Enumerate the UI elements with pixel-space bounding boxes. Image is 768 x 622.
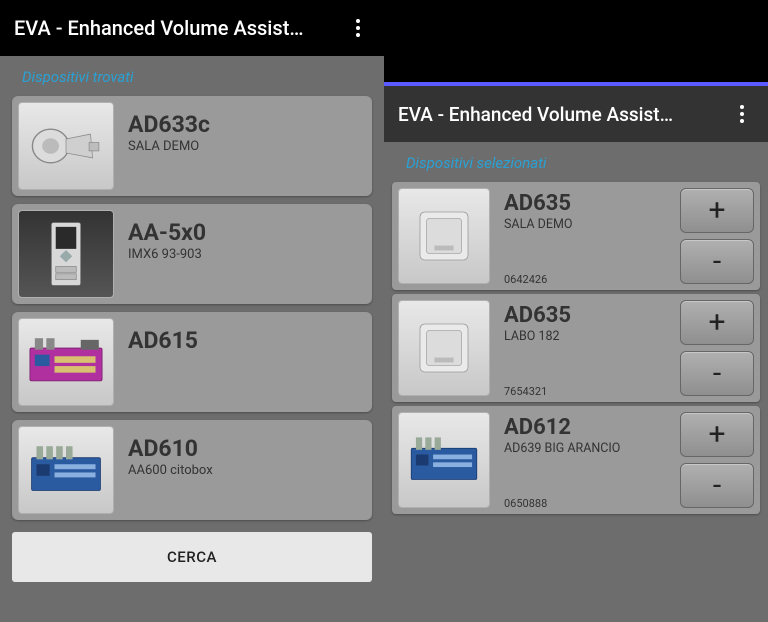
horn-speaker-icon [31, 121, 101, 171]
section-title-selected: Dispositivi selezionati [384, 142, 768, 182]
device-id: 7654321 [504, 385, 547, 398]
device-subtitle: LABO 182 [504, 329, 676, 344]
section-title-found: Dispositivi trovati [0, 56, 384, 96]
overflow-menu-icon[interactable] [730, 102, 754, 126]
device-thumbnail [398, 300, 490, 396]
circuit-board-icon [25, 441, 107, 499]
device-info: AD612 AD639 BIG ARANCIO 0650888 [494, 410, 680, 514]
device-subtitle: SALA DEMO [128, 139, 210, 154]
selected-device-card: AD635 SALA DEMO 0642426 + - [392, 182, 760, 290]
volume-up-button[interactable]: + [680, 412, 754, 457]
content-area: Dispositivi trovati AD633c SALA DEMO [0, 56, 384, 622]
device-card[interactable]: AD610 AA600 citobox [12, 420, 372, 520]
device-thumbnail [18, 210, 114, 298]
circuit-board-icon [405, 432, 483, 488]
app-title: EVA - Enhanced Volume Assist… [398, 103, 730, 126]
device-thumbnail [18, 426, 114, 514]
volume-down-button[interactable]: - [680, 239, 754, 284]
overflow-menu-icon[interactable] [346, 16, 370, 40]
device-id: 0642426 [504, 273, 547, 286]
screen-found-devices: EVA - Enhanced Volume Assist… Dispositiv… [0, 0, 384, 622]
circuit-board-icon [25, 333, 107, 391]
device-thumbnail [398, 412, 490, 508]
device-card[interactable]: AA-5x0 IMX6 93-903 [12, 204, 372, 304]
app-bar: EVA - Enhanced Volume Assist… [384, 86, 768, 142]
device-info: AD635 LABO 182 7654321 [494, 298, 680, 402]
device-subtitle: IMX6 93-903 [128, 247, 206, 262]
volume-controls: + - [680, 298, 754, 402]
device-info: AD610 AA600 citobox [114, 426, 221, 478]
device-info: AA-5x0 IMX6 93-903 [114, 210, 214, 262]
device-thumbnail [398, 188, 490, 284]
device-name: AD610 [128, 436, 213, 461]
status-bar-area [384, 0, 768, 86]
search-button[interactable]: CERCA [12, 532, 372, 582]
app-bar: EVA - Enhanced Volume Assist… [0, 0, 384, 56]
device-info: AD633c SALA DEMO [114, 102, 218, 154]
device-id: 0650888 [504, 497, 547, 510]
device-info: AD615 [114, 318, 206, 355]
device-name: AD635 [504, 192, 676, 216]
intercom-icon [44, 219, 88, 289]
selected-device-card: AD612 AD639 BIG ARANCIO 0650888 + - [392, 406, 760, 514]
device-card[interactable]: AD633c SALA DEMO [12, 96, 372, 196]
device-name: AD633c [128, 112, 210, 137]
volume-down-button[interactable]: - [680, 463, 754, 508]
device-info: AD635 SALA DEMO 0642426 [494, 186, 680, 290]
device-subtitle: AD639 BIG ARANCIO [504, 441, 676, 456]
screen-selected-devices: EVA - Enhanced Volume Assist… Dispositiv… [384, 0, 768, 622]
volume-controls: + - [680, 410, 754, 514]
device-subtitle: AA600 citobox [128, 463, 213, 478]
app-title: EVA - Enhanced Volume Assist… [14, 16, 346, 40]
device-name: AD635 [504, 304, 676, 328]
volume-up-button[interactable]: + [680, 188, 754, 233]
selected-device-list: AD635 SALA DEMO 0642426 + - [384, 182, 768, 514]
selected-device-card: AD635 LABO 182 7654321 + - [392, 294, 760, 402]
wall-speaker-icon [412, 316, 476, 380]
device-thumbnail [18, 318, 114, 406]
found-device-list: AD633c SALA DEMO AA-5x0 [0, 96, 384, 520]
device-name: AA-5x0 [128, 220, 206, 245]
device-name: AD612 [504, 416, 676, 440]
wall-speaker-icon [412, 204, 476, 268]
device-subtitle: SALA DEMO [504, 217, 676, 232]
volume-controls: + - [680, 186, 754, 290]
volume-up-button[interactable]: + [680, 300, 754, 345]
volume-down-button[interactable]: - [680, 351, 754, 396]
device-card[interactable]: AD615 [12, 312, 372, 412]
device-name: AD615 [128, 328, 198, 353]
content-area: Dispositivi selezionati AD635 SALA DEMO … [384, 142, 768, 622]
device-thumbnail [18, 102, 114, 190]
